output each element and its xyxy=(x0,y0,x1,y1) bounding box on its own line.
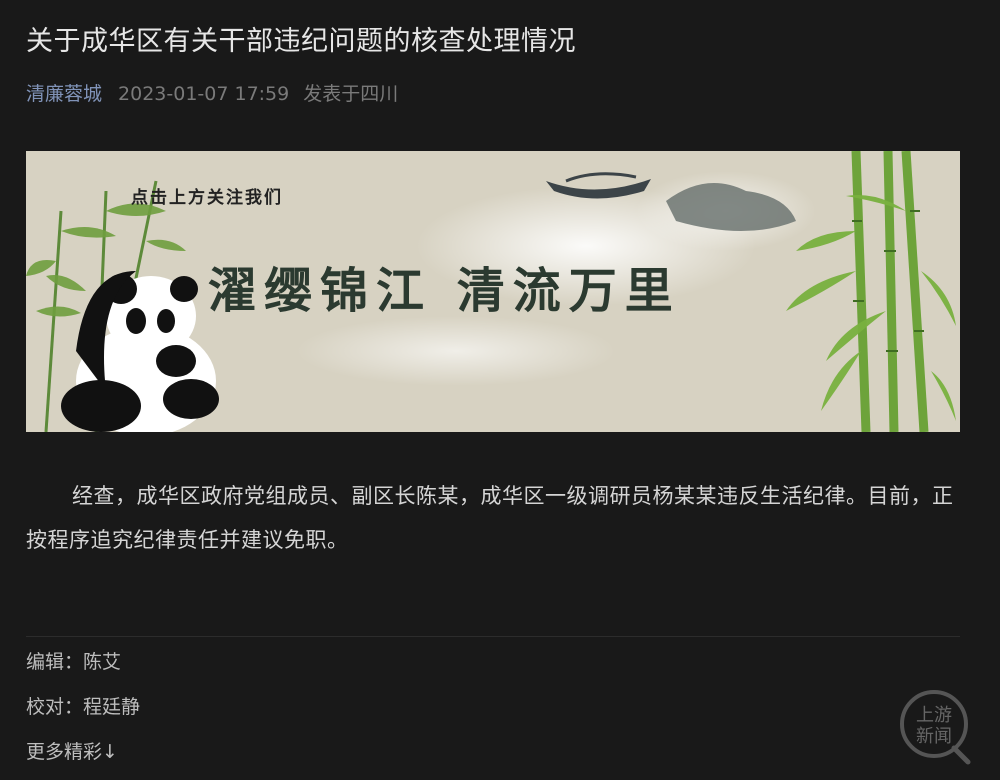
article-body-paragraph: 经查，成华区政府党组成员、副区长陈某，成华区一级调研员杨某某违反生活纪律。目前，… xyxy=(26,484,954,552)
article-meta: 清廉蓉城 2023-01-07 17:59 发表于四川 xyxy=(26,80,398,108)
publish-date: 2023-01-07 17:59 xyxy=(118,83,290,105)
panda-illustration xyxy=(61,271,219,432)
banner-image[interactable]: 点击上方关注我们 濯缨锦江 清流万里 xyxy=(26,151,960,432)
publish-location: 发表于四川 xyxy=(303,83,399,105)
banner-slogan: 濯缨锦江 清流万里 xyxy=(208,263,681,319)
follow-prompt: 点击上方关注我们 xyxy=(131,188,283,208)
watermark-line1: 上游 xyxy=(916,705,952,726)
watermark-badge-icon: 上游 新闻 xyxy=(900,690,971,765)
article-title: 关于成华区有关干部违纪问题的核查处理情况 xyxy=(26,26,576,57)
watermark-logo: 上游 新闻 xyxy=(896,686,976,766)
editor-credit: 编辑：陈艾 xyxy=(26,651,122,673)
divider xyxy=(26,636,960,637)
more-content-link[interactable]: 更多精彩↓ xyxy=(26,738,118,766)
account-name-link[interactable]: 清廉蓉城 xyxy=(26,80,102,108)
proofreader-credit: 校对：程廷静 xyxy=(26,696,141,718)
watermark-line2: 新闻 xyxy=(916,726,952,747)
